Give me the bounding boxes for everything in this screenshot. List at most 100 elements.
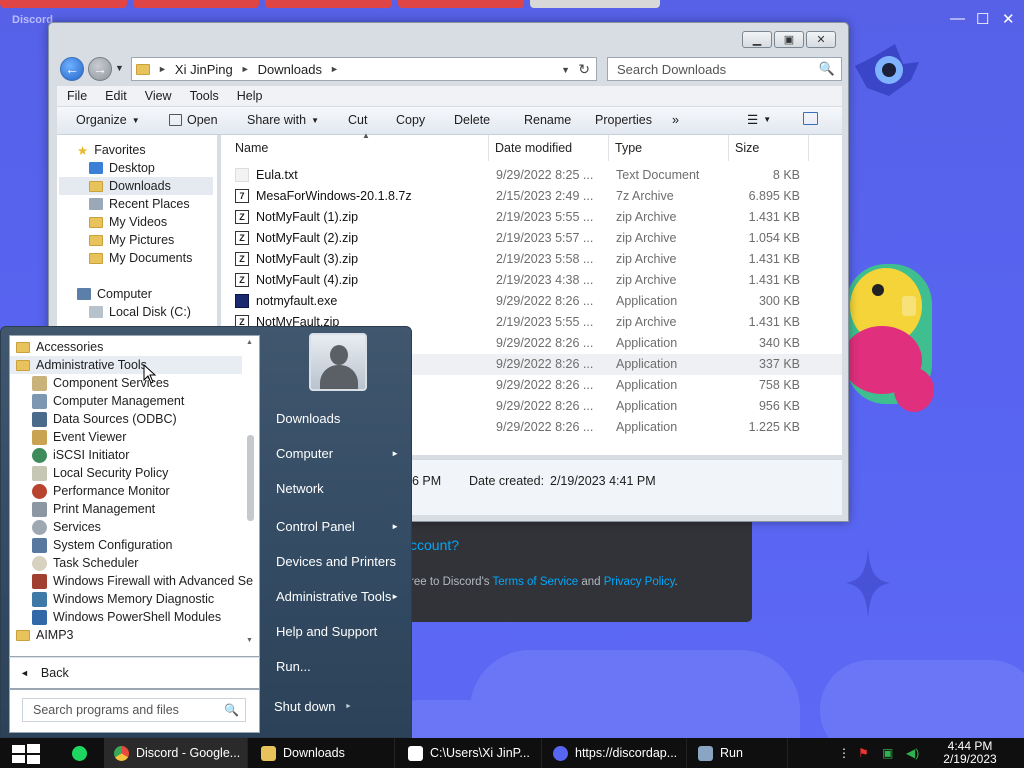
- change-view-icon[interactable]: ☰ ▼: [747, 112, 771, 127]
- rename-button[interactable]: Rename: [524, 113, 571, 127]
- program-performance-monitor[interactable]: Performance Monitor: [32, 482, 170, 500]
- program-local-security-policy[interactable]: Local Security Policy: [32, 464, 168, 482]
- close-button[interactable]: ✕: [806, 31, 836, 48]
- start-link-computer[interactable]: Computer ►: [263, 437, 409, 469]
- cut-button[interactable]: Cut: [348, 113, 367, 127]
- taskbar-item-discord[interactable]: https://discordap...: [543, 738, 687, 768]
- search-icon[interactable]: 🔍: [224, 703, 239, 717]
- start-link-administrative-tools[interactable]: Administrative Tools ►: [263, 580, 409, 612]
- copy-button[interactable]: Copy: [396, 113, 425, 127]
- start-link-devices-printers[interactable]: Devices and Printers: [263, 545, 409, 577]
- nav-my-documents[interactable]: My Documents: [89, 249, 192, 267]
- file-row[interactable]: Z NotMyFault (1).zip 2/19/2023 5:55 ... zip…: [221, 207, 842, 228]
- user-avatar[interactable]: [309, 333, 367, 391]
- address-bar[interactable]: ► Xi JinPing ► Downloads ► ▼ ↻: [131, 57, 597, 81]
- menu-edit[interactable]: Edit: [105, 89, 127, 103]
- column-date-modified[interactable]: Date modified: [489, 135, 609, 161]
- program-folder-administrative-tools[interactable]: Administrative Tools: [10, 356, 242, 374]
- nav-local-disk[interactable]: Local Disk (C:): [89, 303, 191, 321]
- action-center-flag-icon[interactable]: ⚑: [858, 746, 869, 760]
- nav-my-videos[interactable]: My Videos: [89, 213, 167, 231]
- windows-start-icon[interactable]: [10, 742, 42, 766]
- spotify-icon[interactable]: [72, 746, 87, 761]
- maximize-button[interactable]: ▣: [774, 31, 804, 48]
- preview-pane-icon[interactable]: [803, 112, 818, 125]
- start-link-run[interactable]: Run...: [263, 650, 409, 682]
- search-programs-input[interactable]: Search programs and files 🔍: [22, 698, 246, 722]
- taskbar-item-explorer[interactable]: Downloads: [251, 738, 395, 768]
- column-size[interactable]: Size: [729, 135, 809, 161]
- nav-recent-places[interactable]: Recent Places: [89, 195, 190, 213]
- forgot-password-link[interactable]: ccount?: [410, 537, 459, 553]
- maximize-icon[interactable]: ☐: [976, 10, 989, 28]
- start-link-downloads[interactable]: Downloads: [263, 402, 409, 434]
- search-input[interactable]: Search Downloads 🔍: [607, 57, 842, 81]
- program-folder-accessories[interactable]: Accessories: [16, 338, 103, 356]
- share-with-button[interactable]: Share with ▼: [247, 113, 319, 127]
- forward-arrow-icon[interactable]: →: [88, 57, 112, 81]
- program-list-scrollbar[interactable]: ▲ ▼: [244, 337, 258, 655]
- nav-computer[interactable]: Computer: [77, 285, 152, 303]
- breadcrumb-chevron-icon[interactable]: ►: [158, 64, 167, 74]
- nav-desktop[interactable]: Desktop: [89, 159, 155, 177]
- minimize-button[interactable]: ▁: [742, 31, 772, 48]
- recent-pages-chevron-icon[interactable]: ▼: [115, 63, 124, 73]
- breadcrumb-downloads[interactable]: Downloads: [258, 62, 322, 77]
- system-clock[interactable]: 4:44 PM 2/19/2023: [930, 740, 1010, 766]
- start-link-control-panel[interactable]: Control Panel ►: [263, 510, 409, 542]
- menu-file[interactable]: File: [67, 89, 87, 103]
- more-commands-button[interactable]: »: [672, 113, 679, 127]
- shutdown-button[interactable]: Shut down ►: [263, 693, 363, 719]
- scrollbar-thumb[interactable]: [247, 435, 254, 521]
- breadcrumb-chevron-icon[interactable]: ►: [330, 64, 339, 74]
- file-row[interactable]: 7 MesaForWindows-20.1.8.7z 2/15/2023 2:49 …: [221, 186, 842, 207]
- tray-overflow-icon[interactable]: ⋮: [838, 746, 850, 760]
- taskbar-item-run[interactable]: Run: [688, 738, 788, 768]
- network-icon[interactable]: ▣: [882, 746, 893, 760]
- breadcrumb-chevron-icon[interactable]: ►: [241, 64, 250, 74]
- program-event-viewer[interactable]: Event Viewer: [32, 428, 126, 446]
- address-history-chevron-icon[interactable]: ▼: [561, 65, 570, 75]
- program-services[interactable]: Services: [32, 518, 101, 536]
- column-name[interactable]: Name ▲: [229, 131, 489, 161]
- program-iscsi-initiator[interactable]: iSCSI Initiator: [32, 446, 129, 464]
- menu-view[interactable]: View: [145, 89, 172, 103]
- nav-my-pictures[interactable]: My Pictures: [89, 231, 174, 249]
- volume-icon[interactable]: ◀): [906, 746, 919, 760]
- back-arrow-icon[interactable]: ←: [60, 57, 84, 81]
- back-button[interactable]: ◄ Back: [9, 657, 260, 689]
- refresh-icon[interactable]: ↻: [578, 61, 590, 78]
- nav-downloads[interactable]: Downloads: [59, 177, 213, 195]
- file-row[interactable]: Z NotMyFault (4).zip 2/19/2023 4:38 ... zip…: [221, 270, 842, 291]
- file-row[interactable]: Eula.txt 9/29/2022 8:25 ... Text Document 8…: [221, 165, 842, 186]
- program-powershell-modules[interactable]: Windows PowerShell Modules: [32, 608, 221, 626]
- delete-button[interactable]: Delete: [454, 113, 490, 127]
- privacy-policy-link[interactable]: Privacy Policy: [604, 576, 675, 588]
- program-task-scheduler[interactable]: Task Scheduler: [32, 554, 138, 572]
- properties-button[interactable]: Properties: [595, 113, 652, 127]
- close-icon[interactable]: ✕: [1002, 10, 1015, 28]
- column-type[interactable]: Type: [609, 135, 729, 161]
- file-row[interactable]: notmyfault.exe 9/29/2022 8:26 ... Applicat…: [221, 291, 842, 312]
- file-row[interactable]: Z NotMyFault (3).zip 2/19/2023 5:58 ... zip…: [221, 249, 842, 270]
- file-row[interactable]: Z NotMyFault (2).zip 2/19/2023 5:57 ... zip…: [221, 228, 842, 249]
- program-data-sources-odbc[interactable]: Data Sources (ODBC): [32, 410, 177, 428]
- organize-button[interactable]: Organize ▼: [76, 113, 140, 127]
- breadcrumb-user[interactable]: Xi JinPing: [175, 62, 233, 77]
- program-memory-diagnostic[interactable]: Windows Memory Diagnostic: [32, 590, 214, 608]
- program-folder-aimp3[interactable]: AIMP3: [16, 626, 74, 644]
- start-link-help-support[interactable]: Help and Support: [263, 615, 409, 647]
- search-icon[interactable]: 🔍: [819, 61, 835, 77]
- program-print-management[interactable]: Print Management: [32, 500, 155, 518]
- start-link-network[interactable]: Network: [263, 472, 409, 504]
- terms-of-service-link[interactable]: Terms of Service: [493, 576, 579, 588]
- open-button[interactable]: Open: [169, 113, 218, 127]
- menu-tools[interactable]: Tools: [190, 89, 219, 103]
- taskbar-item-chrome[interactable]: Discord - Google...: [104, 738, 248, 768]
- program-windows-firewall[interactable]: Windows Firewall with Advanced Se: [32, 572, 253, 590]
- program-system-configuration[interactable]: System Configuration: [32, 536, 173, 554]
- menu-help[interactable]: Help: [237, 89, 263, 103]
- taskbar-item-cmd[interactable]: C:\Users\Xi JinP...: [398, 738, 542, 768]
- minimize-icon[interactable]: —: [950, 10, 965, 27]
- nav-favorites[interactable]: ★ Favorites: [77, 141, 146, 159]
